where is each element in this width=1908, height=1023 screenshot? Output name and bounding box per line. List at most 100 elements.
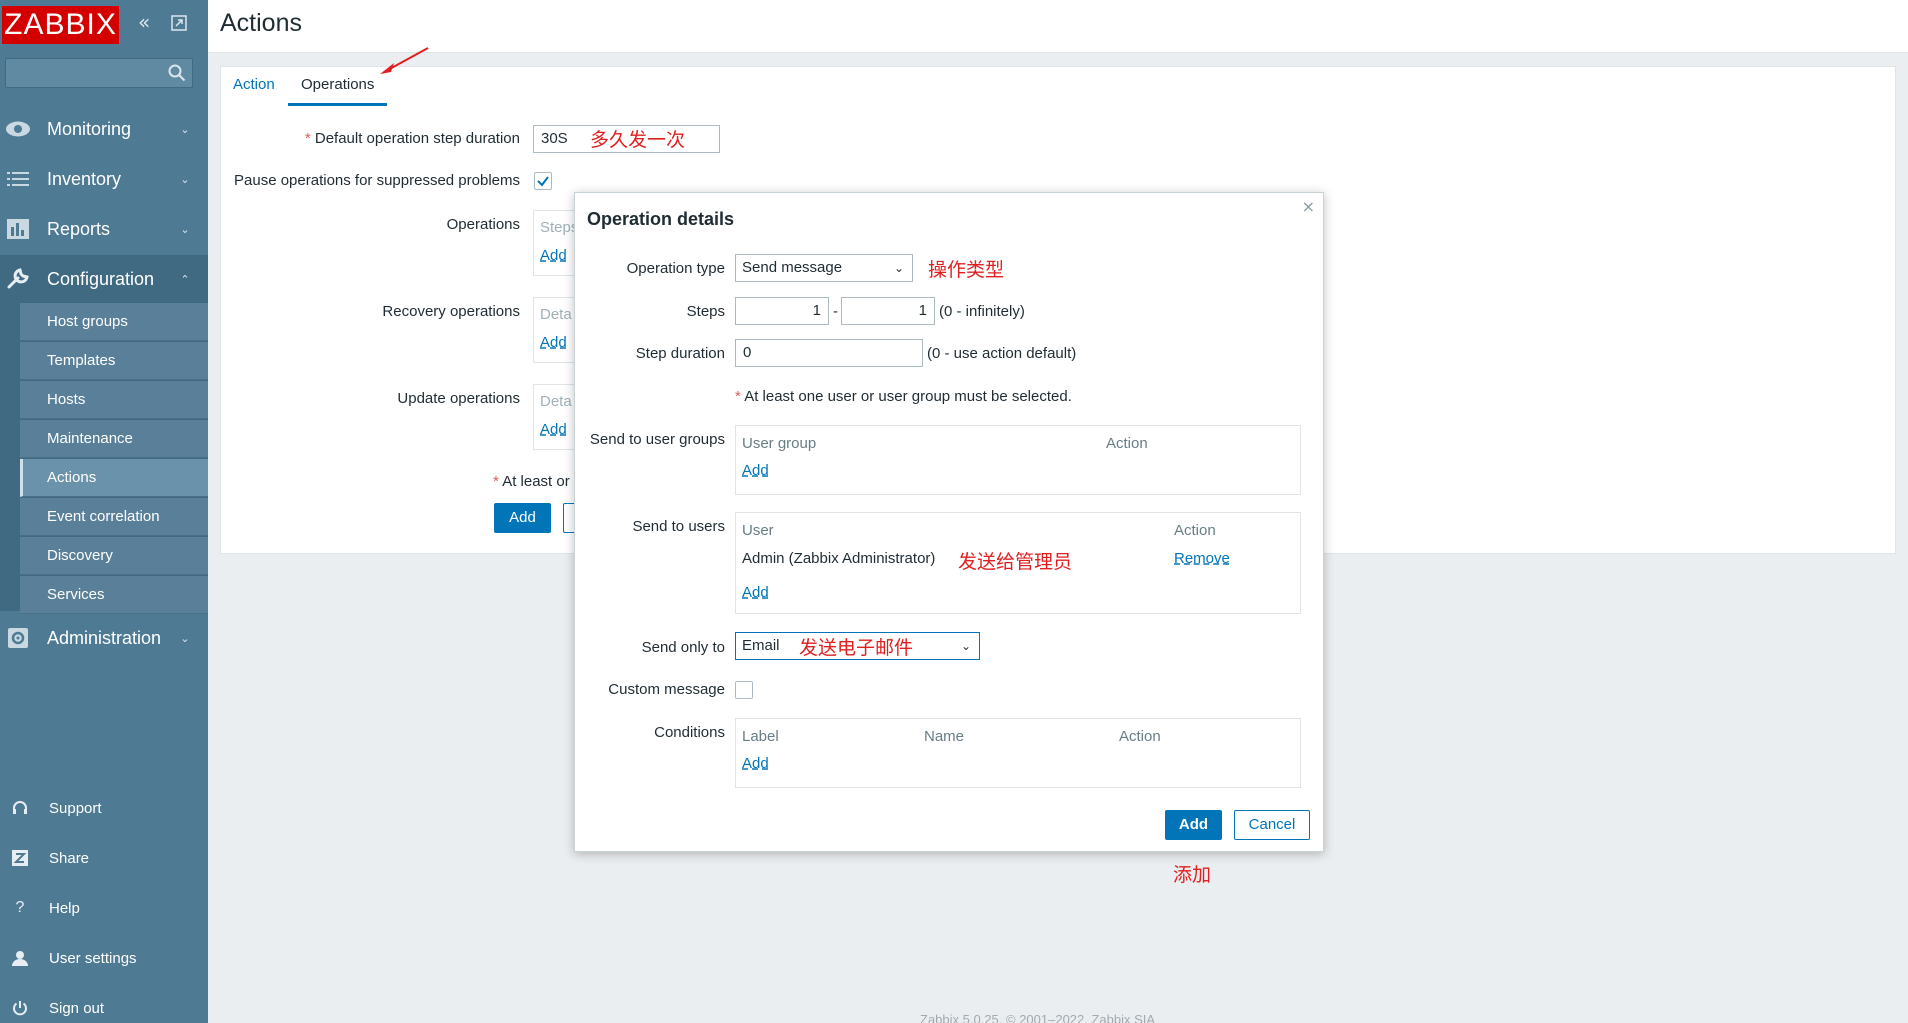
collapse-sidebar-icon[interactable]: « (138, 12, 150, 32)
chevron-down-icon: ⌄ (180, 123, 190, 136)
submenu-hosts[interactable]: Hosts (20, 381, 208, 419)
sidebar-search-input[interactable] (5, 58, 193, 88)
chevron-up-icon: ⌃ (180, 273, 190, 286)
conditions-table: Label Name Action Add (735, 718, 1301, 788)
user-col-header: User (742, 522, 774, 539)
users-add-link[interactable]: Add (742, 584, 769, 601)
user-group-action-col-header: Action (1106, 435, 1148, 452)
operation-details-dialog: Operation details × Operation type Send … (574, 192, 1324, 852)
operations-add-link[interactable]: Add (540, 247, 567, 264)
steps-to-input[interactable]: 1 (841, 297, 935, 325)
submenu-actions[interactable]: Actions (20, 459, 208, 497)
chevron-down-icon: ⌄ (893, 261, 904, 275)
pause-operations-label: Pause operations for suppressed problems (234, 172, 520, 189)
submenu-host-groups[interactable]: Host groups (20, 303, 208, 341)
operation-type-note: 操作类型 (928, 260, 1005, 281)
wrench-icon (4, 268, 32, 290)
submenu-event-correlation[interactable]: Event correlation (20, 498, 208, 536)
steps-label: Steps (686, 303, 725, 320)
page-title: Actions (220, 9, 302, 37)
power-icon (10, 1000, 30, 1016)
operations-label: Operations (446, 216, 520, 233)
user-remove-link[interactable]: Remove (1174, 550, 1230, 567)
steps-separator: - (833, 303, 838, 320)
condition-label-col-header: Label (742, 728, 779, 745)
recovery-add-link[interactable]: Add (540, 334, 567, 351)
menu-reports[interactable]: Reports ⌄ (0, 205, 208, 253)
user-icon (10, 950, 30, 966)
share-z-icon (10, 850, 30, 866)
operation-type-label: Operation type (626, 260, 725, 277)
conditions-label: Conditions (654, 724, 725, 741)
submenu-maintenance[interactable]: Maintenance (20, 420, 208, 458)
list-icon (4, 168, 32, 190)
required-note: * At least one user or user group must b… (735, 388, 1072, 405)
footer-sign-out[interactable]: Sign out (0, 988, 208, 1023)
steps-hint: (0 - infinitely) (939, 303, 1025, 320)
headset-icon (10, 800, 30, 816)
menu-administration[interactable]: Administration ⌄ (0, 614, 208, 662)
submenu-discovery[interactable]: Discovery (20, 537, 208, 575)
send-only-label: Send only to (641, 639, 725, 656)
eye-icon (4, 118, 32, 140)
zabbix-logo[interactable]: ZABBIX (2, 6, 119, 44)
chevron-down-icon: ⌄ (180, 173, 190, 186)
custom-message-label: Custom message (608, 681, 725, 698)
user-groups-add-link[interactable]: Add (742, 462, 769, 479)
chevron-down-icon: ⌄ (960, 639, 971, 653)
footer-help[interactable]: ? Help (0, 888, 208, 928)
recovery-details-header: Deta (540, 306, 572, 323)
user-group-col-header: User group (742, 435, 817, 452)
gear-icon (4, 627, 32, 649)
sidebar: ZABBIX « Monitoring ⌄ Inventory ⌄ Report… (0, 0, 208, 1023)
user-groups-label: Send to user groups (589, 431, 725, 448)
footer-support[interactable]: Support (0, 788, 208, 828)
chevron-down-icon: ⌄ (180, 632, 190, 645)
step-duration-note: 多久发一次 (590, 130, 686, 151)
recovery-operations-label: Recovery operations (382, 303, 520, 320)
footer-share[interactable]: Share (0, 838, 208, 878)
footer-user-settings[interactable]: User settings (0, 938, 208, 978)
copyright-footer: Zabbix 5.0.25. © 2001–2022, Zabbix SIA (920, 1012, 1156, 1023)
custom-message-checkbox[interactable] (735, 681, 753, 699)
tab-action[interactable]: Action (220, 66, 288, 103)
help-icon: ? (15, 899, 25, 916)
configuration-submenu: Host groups Templates Hosts Maintenance … (0, 303, 208, 614)
menu-configuration[interactable]: Configuration ⌃ (0, 255, 208, 303)
user-action-col-header: Action (1174, 522, 1216, 539)
menu-monitoring[interactable]: Monitoring ⌄ (0, 105, 208, 153)
kiosk-mode-icon[interactable] (170, 14, 188, 35)
conditions-add-link[interactable]: Add (742, 755, 769, 772)
update-details-header: Deta (540, 393, 572, 410)
search-icon[interactable] (168, 64, 186, 82)
at-least-note: * At least or (493, 473, 570, 490)
menu-inventory[interactable]: Inventory ⌄ (0, 155, 208, 203)
update-operations-label: Update operations (397, 390, 520, 407)
checkmark-icon (537, 176, 549, 187)
submenu-services[interactable]: Services (20, 576, 208, 614)
condition-name-col-header: Name (924, 728, 965, 745)
users-label: Send to users (632, 518, 725, 535)
update-add-link[interactable]: Add (540, 421, 567, 438)
chevron-down-icon: ⌄ (180, 223, 190, 236)
steps-from-input[interactable]: 1 (735, 297, 829, 325)
condition-action-col-header: Action (1119, 728, 1161, 745)
user-row-note: 发送给管理员 (958, 552, 1073, 573)
user-groups-table: User group Action Add (735, 425, 1301, 495)
pause-operations-checkbox[interactable] (534, 172, 552, 190)
dialog-cancel-button[interactable]: Cancel (1234, 810, 1310, 840)
close-icon[interactable]: × (1302, 197, 1315, 216)
step-duration-input[interactable]: 0 (735, 339, 923, 367)
operations-steps-header: Steps (540, 219, 579, 236)
red-arrow-annotation (380, 47, 429, 74)
dialog-add-button[interactable]: Add (1165, 810, 1222, 840)
operation-type-select[interactable]: Send message ⌄ (735, 254, 913, 282)
user-row-name: Admin (Zabbix Administrator) (742, 550, 936, 567)
users-table: User Action Admin (Zabbix Administrator)… (735, 512, 1301, 614)
form-add-button[interactable]: Add (494, 503, 551, 533)
tab-operations[interactable]: Operations (288, 66, 388, 106)
submenu-templates[interactable]: Templates (20, 342, 208, 380)
add-note: 添加 (1173, 865, 1212, 886)
step-duration-hint: (0 - use action default) (927, 345, 1077, 362)
send-only-note: 发送电子邮件 (799, 638, 914, 659)
